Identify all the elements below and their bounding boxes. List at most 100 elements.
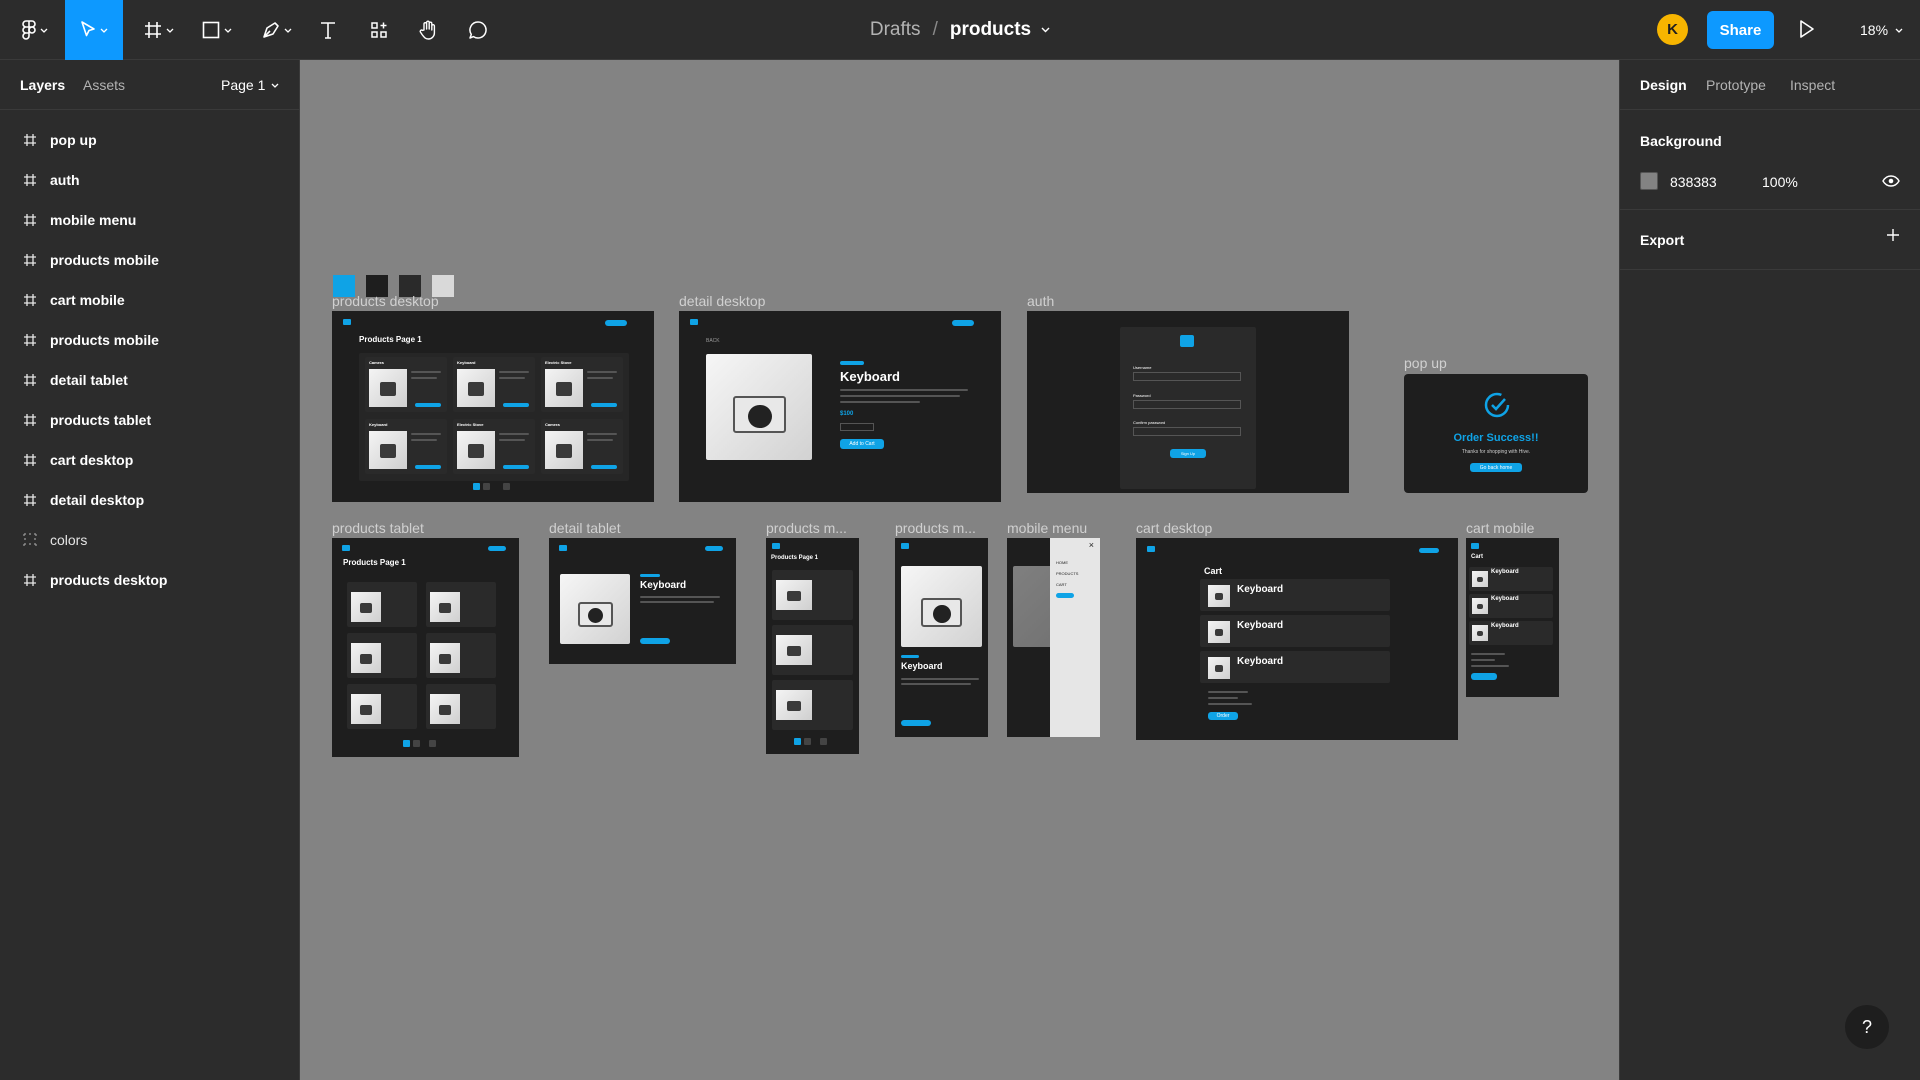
help-button[interactable]: ? bbox=[1845, 1005, 1889, 1049]
frame-tool[interactable] bbox=[137, 0, 181, 60]
check-circle-icon bbox=[1484, 392, 1510, 418]
add-to-cart-button: Add to Cart bbox=[840, 439, 884, 449]
frame-label-cart-desktop[interactable]: cart desktop bbox=[1136, 520, 1212, 536]
layer-name: cart mobile bbox=[50, 292, 125, 308]
frame-detail-desktop[interactable]: BACK Keyboard $100 Add to Cart bbox=[679, 311, 1001, 502]
frame-label-mobile-menu[interactable]: mobile menu bbox=[1007, 520, 1087, 536]
frame-label-products-mobile[interactable]: products m... bbox=[766, 520, 847, 536]
layer-name: mobile menu bbox=[50, 212, 137, 228]
share-button[interactable]: Share bbox=[1707, 11, 1774, 49]
confirm-password-field bbox=[1133, 427, 1241, 436]
frame-label-pop-up[interactable]: pop up bbox=[1404, 355, 1447, 371]
product-description bbox=[499, 433, 529, 435]
text-tool[interactable] bbox=[313, 0, 343, 60]
product-card bbox=[347, 633, 417, 678]
cart-item: Keyboard bbox=[1469, 621, 1553, 645]
layer-item[interactable]: products mobile bbox=[0, 240, 299, 280]
frame-products-mobile[interactable]: Products Page 1 bbox=[766, 538, 859, 754]
frame-label-auth[interactable]: auth bbox=[1027, 293, 1054, 309]
avatar[interactable]: K bbox=[1657, 14, 1688, 45]
layer-item[interactable]: products tablet bbox=[0, 400, 299, 440]
layer-item[interactable]: products desktop bbox=[0, 560, 299, 600]
frame-icon bbox=[22, 252, 38, 268]
bag-logo-icon bbox=[1180, 335, 1194, 347]
frame-mobile-menu[interactable]: × HOME PRODUCTS CART bbox=[1007, 538, 1100, 737]
frame-cart-desktop[interactable]: Cart Keyboard Keyboard Keyboard Order bbox=[1136, 538, 1458, 740]
product-image bbox=[776, 580, 812, 610]
menu-item: HOME bbox=[1056, 560, 1068, 565]
product-grid: Camera Keyboard Electric Stove Keyboard … bbox=[359, 353, 629, 481]
product-card: Camera bbox=[365, 357, 447, 412]
product-image bbox=[369, 369, 407, 407]
tab-inspect[interactable]: Inspect bbox=[1790, 77, 1835, 93]
product-image bbox=[560, 574, 630, 644]
mini-page-title: Products Page 1 bbox=[359, 335, 422, 344]
pagination-dot bbox=[483, 483, 490, 490]
frame-label-detail-desktop[interactable]: detail desktop bbox=[679, 293, 765, 309]
frame-products-desktop[interactable]: Products Page 1 Camera Keyboard Electric… bbox=[332, 311, 654, 502]
layer-item[interactable]: colors bbox=[0, 520, 299, 560]
canvas[interactable]: products desktop Products Page 1 Camera … bbox=[301, 61, 1619, 1080]
layer-item[interactable]: pop up bbox=[0, 120, 299, 160]
layer-name: detail tablet bbox=[50, 372, 128, 388]
shape-tool[interactable] bbox=[195, 0, 239, 60]
tab-design[interactable]: Design bbox=[1640, 77, 1687, 93]
background-swatch[interactable] bbox=[1640, 172, 1658, 190]
main-menu-button[interactable] bbox=[10, 0, 60, 60]
layer-name: pop up bbox=[50, 132, 97, 148]
present-button[interactable] bbox=[1796, 18, 1816, 45]
layer-name: auth bbox=[50, 172, 80, 188]
mini-page-title: Products Page 1 bbox=[343, 558, 406, 567]
frame-auth[interactable]: Username Password Confirm password Sign … bbox=[1027, 311, 1349, 493]
frame-detail-tablet[interactable]: Keyboard bbox=[549, 538, 736, 664]
add-export-button[interactable] bbox=[1886, 228, 1900, 247]
add-to-cart-button bbox=[640, 638, 670, 644]
frame-pop-up[interactable]: Order Success!! Thanks for shopping with… bbox=[1404, 374, 1588, 493]
subtotal-line bbox=[1471, 653, 1505, 655]
view-product-button bbox=[591, 465, 617, 469]
pagination-dot bbox=[804, 738, 811, 745]
tab-layers[interactable]: Layers bbox=[20, 77, 65, 93]
comment-tool[interactable] bbox=[463, 0, 493, 60]
frame-products-mobile-2[interactable]: Keyboard bbox=[895, 538, 988, 737]
layer-item[interactable]: detail desktop bbox=[0, 480, 299, 520]
file-name[interactable]: products bbox=[950, 19, 1031, 41]
layer-item[interactable]: cart desktop bbox=[0, 440, 299, 480]
product-image bbox=[457, 369, 495, 407]
background-opacity-input[interactable]: 100% bbox=[1762, 174, 1798, 190]
chevron-down-icon[interactable] bbox=[1041, 27, 1050, 33]
breadcrumb-folder[interactable]: Drafts bbox=[870, 19, 921, 41]
tab-assets[interactable]: Assets bbox=[83, 77, 125, 93]
cart-item: Keyboard bbox=[1200, 651, 1390, 683]
layer-item[interactable]: auth bbox=[0, 160, 299, 200]
layer-item[interactable]: detail tablet bbox=[0, 360, 299, 400]
frame-label-products-tablet[interactable]: products tablet bbox=[332, 520, 424, 536]
layer-item[interactable]: cart mobile bbox=[0, 280, 299, 320]
cart-item: Keyboard bbox=[1200, 579, 1390, 611]
frame-label-detail-tablet[interactable]: detail tablet bbox=[549, 520, 621, 536]
move-tool[interactable] bbox=[65, 0, 123, 60]
frame-label-products-desktop[interactable]: products desktop bbox=[332, 293, 439, 309]
page-selector[interactable]: Page 1 bbox=[221, 77, 279, 93]
tab-prototype[interactable]: Prototype bbox=[1706, 77, 1766, 93]
product-title: Keyboard bbox=[840, 369, 900, 384]
resources-tool[interactable] bbox=[364, 0, 394, 60]
cart-item: Keyboard bbox=[1469, 567, 1553, 591]
product-image bbox=[776, 635, 812, 665]
frame-products-tablet[interactable]: Products Page 1 bbox=[332, 538, 519, 757]
pen-tool[interactable] bbox=[255, 0, 299, 60]
pagination-dot bbox=[473, 483, 480, 490]
visibility-toggle[interactable] bbox=[1882, 174, 1900, 192]
layer-item[interactable]: products mobile bbox=[0, 320, 299, 360]
product-image bbox=[430, 643, 460, 673]
hand-tool[interactable] bbox=[413, 0, 443, 60]
chevron-down-icon bbox=[40, 28, 48, 33]
layer-name: products mobile bbox=[50, 252, 159, 268]
quantity-stepper bbox=[840, 423, 874, 431]
frame-cart-mobile[interactable]: Cart Keyboard Keyboard Keyboard bbox=[1466, 538, 1559, 697]
frame-label-products-mobile-2[interactable]: products m... bbox=[895, 520, 976, 536]
frame-label-cart-mobile[interactable]: cart mobile bbox=[1466, 520, 1534, 536]
background-hex-input[interactable]: 838383 bbox=[1670, 174, 1717, 190]
layer-item[interactable]: mobile menu bbox=[0, 200, 299, 240]
zoom-control[interactable]: 18% bbox=[1860, 0, 1903, 60]
